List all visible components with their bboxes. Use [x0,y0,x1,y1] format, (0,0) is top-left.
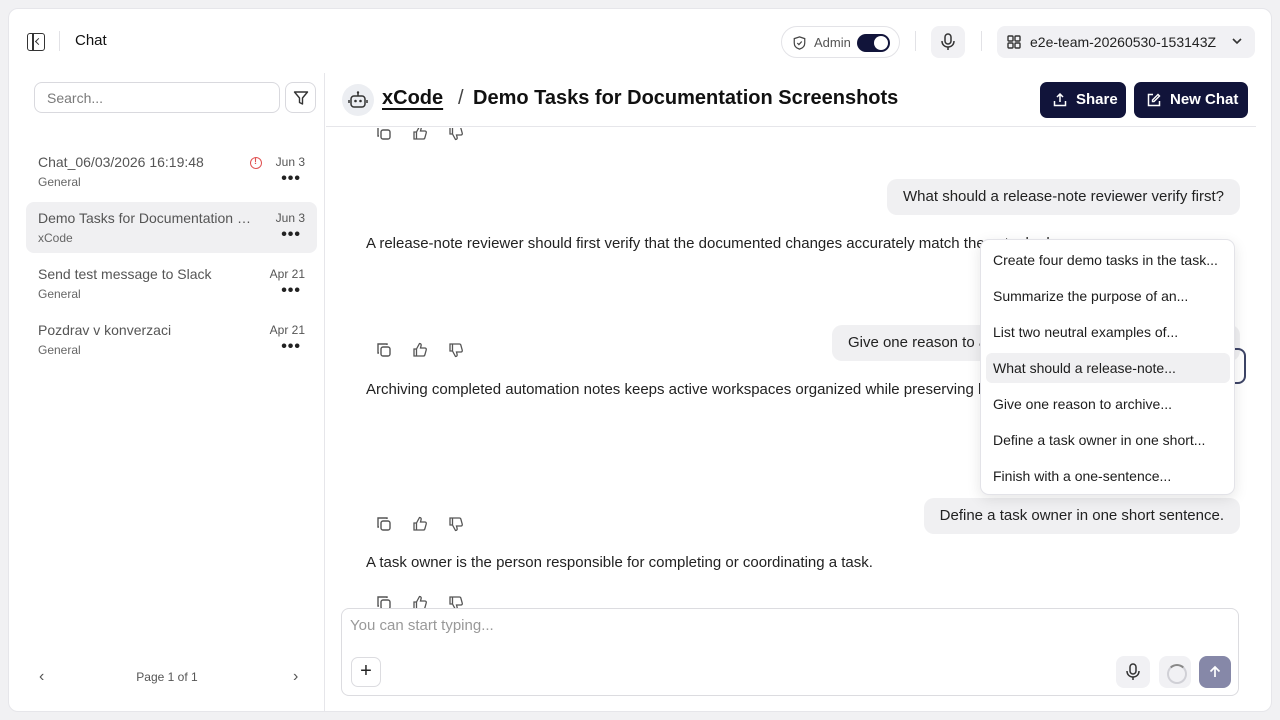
voice-button[interactable] [931,26,965,58]
team-selector[interactable]: e2e-team-20260530-153143Z [997,26,1255,58]
chat-list-item[interactable]: Send test message to Slack Apr 21 Genera… [26,258,317,309]
chat-workspace: General [38,175,81,189]
chevron-down-icon [1232,38,1242,45]
more-options-icon[interactable]: ••• [281,227,301,243]
new-chat-button[interactable]: New Chat [1134,82,1248,118]
chat-name: Send test message to Slack [38,266,212,282]
thumbs-down-icon[interactable] [448,516,464,532]
search-input[interactable] [34,82,280,113]
menu-item[interactable]: Give one reason to archive... [986,389,1230,419]
copy-icon[interactable] [376,128,392,141]
thumbs-down-icon[interactable] [448,595,464,608]
robot-avatar-icon [342,84,374,116]
divider [981,31,982,51]
message-actions [368,516,488,536]
grid-icon [1007,35,1021,49]
chat-list-item[interactable]: Demo Tasks for Documentation Screenshots… [26,202,317,253]
more-options-icon[interactable]: ••• [281,339,301,355]
shield-icon [793,36,806,50]
menu-item[interactable]: Create four demo tasks in the task... [986,245,1230,275]
more-options-icon[interactable]: ••• [281,283,301,299]
chat-name: Chat_06/03/2026 16:19:48 [38,154,204,170]
menu-item[interactable]: Finish with a one-sentence... [986,461,1230,491]
team-name: e2e-team-20260530-153143Z [1030,34,1217,50]
chat-workspace: General [38,287,81,301]
chat-workspace: General [38,343,81,357]
share-icon [1053,93,1067,107]
app-title: Chat [75,32,107,49]
thumbs-up-icon[interactable] [412,128,428,141]
add-attachment-button[interactable]: + [351,657,381,687]
chat-list-item[interactable]: Chat_06/03/2026 16:19:48 Jun 3 General •… [26,146,317,197]
thumbs-up-icon[interactable] [412,516,428,532]
copy-icon[interactable] [376,516,392,532]
voice-input-button[interactable] [1116,656,1150,688]
chat-title: Demo Tasks for Documentation Screenshots [473,87,899,109]
edit-icon [1147,93,1161,107]
copy-icon[interactable] [376,342,392,358]
chat-list-item[interactable]: Pozdrav v konverzaci Apr 21 General ••• [26,314,317,365]
chat-date: Apr 21 [269,267,305,281]
filter-button[interactable] [285,82,316,113]
chat-date: Apr 21 [269,323,305,337]
chat-workspace: xCode [38,231,73,245]
message-composer: + [341,608,1239,696]
chat-sidebar: Chat_06/03/2026 16:19:48 Jun 3 General •… [9,73,325,711]
chat-name: Demo Tasks for Documentation Screenshots [38,210,258,226]
breadcrumb-separator: / [458,87,464,109]
top-bar: Chat Admin e2e-team-20260530-153143Z [9,9,1271,73]
chat-header: xCode / Demo Tasks for Documentation Scr… [326,73,1256,127]
thumbs-down-icon[interactable] [448,342,464,358]
next-page-icon[interactable]: › [293,668,298,686]
microphone-icon [1126,663,1140,680]
arrow-up-icon [1209,665,1221,677]
menu-item-highlighted[interactable]: What should a release-note... [986,353,1230,383]
chat-date: Jun 3 [275,155,305,169]
divider [915,31,916,51]
menu-item[interactable]: Define a task owner in one short... [986,425,1230,455]
user-message: What should a release-note reviewer veri… [887,179,1240,215]
thumbs-up-icon[interactable] [412,595,428,608]
admin-label: Admin [814,35,851,50]
prompt-history-menu: Create four demo tasks in the task... Su… [980,239,1235,495]
page-indicator: Page 1 of 1 [136,670,198,684]
message-actions [368,595,488,608]
chat-name: Pozdrav v konverzaci [38,322,172,338]
error-icon [250,156,262,169]
menu-item[interactable]: Summarize the purpose of an... [986,281,1230,311]
copy-icon[interactable] [376,595,392,608]
thumbs-down-icon[interactable] [448,128,464,141]
message-input[interactable] [350,617,950,641]
user-message: Define a task owner in one short sentenc… [923,498,1240,534]
pagination: ‹ Page 1 of 1 › [9,661,325,691]
message-actions [368,128,488,145]
admin-switch[interactable] [857,34,890,52]
message-actions [368,342,488,362]
send-button[interactable] [1199,656,1231,688]
menu-item[interactable]: List two neutral examples of... [986,317,1230,347]
assistant-message: A task owner is the person responsible f… [366,554,873,571]
share-button[interactable]: Share [1040,82,1126,118]
microphone-icon [941,33,955,50]
chat-date: Jun 3 [275,211,305,225]
thumbs-up-icon[interactable] [412,342,428,358]
share-label: Share [1076,91,1118,108]
project-link[interactable]: xCode [382,87,443,110]
sidebar-toggle-icon[interactable] [27,33,45,51]
loading-spinner-icon [1159,656,1191,688]
new-chat-label: New Chat [1170,91,1239,108]
divider [59,31,60,51]
more-options-icon[interactable]: ••• [281,171,301,187]
admin-toggle[interactable]: Admin [781,26,900,58]
filter-icon [293,91,309,105]
